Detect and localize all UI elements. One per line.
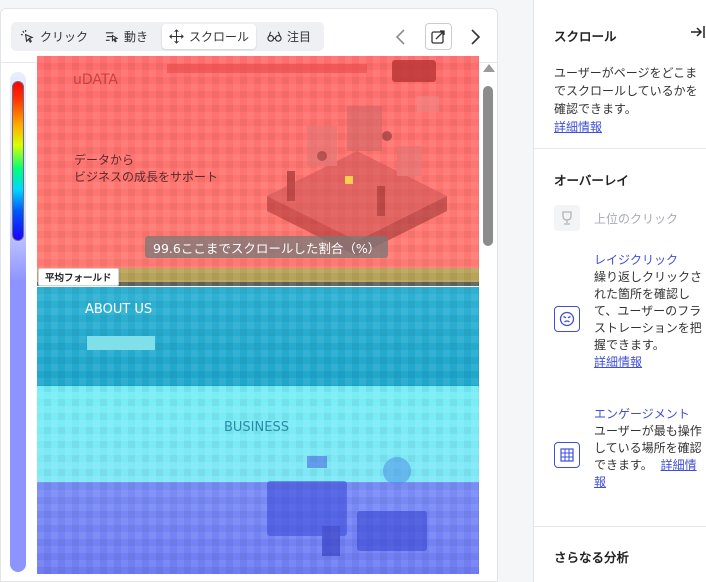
- hero-line-2: ビジネスの成長をサポート: [74, 170, 219, 184]
- mode-move-button[interactable]: 動き: [97, 24, 155, 49]
- average-fold-label: 平均フォールド: [38, 268, 119, 286]
- legend-color-scale: [12, 81, 24, 241]
- overlay-section-title: オーバーレイ: [554, 173, 629, 188]
- sidebar-panel: スクロール ユーザーがページをどこまでスクロールしているかを確認できます。 詳細…: [533, 0, 706, 582]
- overlay-top-clicks-label: 上位のクリック: [594, 212, 679, 226]
- fold-line: [37, 286, 479, 287]
- angry-face-icon: [554, 306, 580, 332]
- mode-attention-button[interactable]: 注目: [260, 24, 318, 49]
- heatmap-scrollbar[interactable]: [481, 60, 495, 574]
- mouse-move-icon: [105, 32, 119, 43]
- overlay-engagement-text: エンゲージメント ユーザーが最も操作している場所を確認できます。 詳細情報: [594, 406, 704, 491]
- scroll-thumb[interactable]: [483, 86, 493, 246]
- mode-click-button[interactable]: クリック: [13, 24, 95, 49]
- chevron-left-icon[interactable]: [390, 26, 412, 48]
- collapse-panel-icon[interactable]: [690, 24, 706, 40]
- about-title: ABOUT US: [85, 302, 153, 317]
- overlay-top-clicks[interactable]: 上位のクリック: [554, 204, 704, 234]
- overlay-engagement[interactable]: エンゲージメント ユーザーが最も操作している場所を確認できます。 詳細情報: [554, 404, 704, 514]
- sidebar-description: ユーザーがページをどこまでスクロールしているかを確認できます。 詳細情報: [554, 64, 704, 136]
- more-analysis-title: さらなる分析: [554, 550, 630, 565]
- export-button[interactable]: [425, 23, 452, 50]
- heatmap-screen: クリック 動き スクロール 注目 uDATA データから ビジネスの成長をサポー…: [0, 0, 706, 582]
- mode-move-label: 動き: [124, 30, 149, 44]
- overlay-rage-clicks-text: レイジクリック 繰り返しクリックされた箇所を確認して、ユーザーのフラストレーショ…: [594, 252, 704, 371]
- about-button: [87, 336, 155, 350]
- scroll-up-arrow-icon[interactable]: [483, 64, 495, 72]
- sidebar-title: スクロール: [554, 29, 617, 44]
- scroll-percentage-label: 99.6ここまでスクロールした割合（%）: [145, 236, 389, 258]
- click-icon: [20, 29, 34, 44]
- divider: [534, 526, 706, 527]
- trophy-icon: [554, 205, 580, 231]
- sidebar-details-link[interactable]: 詳細情報: [554, 120, 602, 134]
- hero-text: データから ビジネスの成長をサポート: [74, 152, 218, 186]
- overlay-engagement-title: エンゲージメント: [594, 407, 690, 421]
- mode-scroll-label: スクロール: [189, 30, 250, 44]
- overlay-rage-clicks-desc: 繰り返しクリックされた箇所を確認して、ユーザーのフラストレーションを把握できます…: [594, 270, 703, 352]
- overlay-rage-clicks-link[interactable]: 詳細情報: [594, 354, 704, 371]
- mode-scroll-button[interactable]: スクロール: [162, 24, 257, 49]
- scroll-icon: [169, 29, 184, 44]
- grid-icon: [554, 442, 580, 468]
- glasses-icon: [267, 31, 282, 42]
- sidebar-description-text: ユーザーがページをどこまでスクロールしているかを確認できます。: [554, 66, 698, 116]
- heatmap-toolbar: クリック 動き スクロール 注目: [1, 9, 497, 63]
- chevron-right-icon[interactable]: [464, 26, 486, 48]
- export-icon: [431, 30, 445, 44]
- overlay-rage-clicks-title: レイジクリック: [594, 253, 679, 267]
- divider: [534, 148, 706, 149]
- mode-selector: クリック 動き スクロール 注目: [11, 22, 324, 51]
- business-title: BUSINESS: [224, 420, 289, 435]
- mode-attention-label: 注目: [287, 30, 312, 44]
- site-logo: uDATA: [73, 72, 118, 88]
- overlay-rage-clicks[interactable]: レイジクリック 繰り返しクリックされた箇所を確認して、ユーザーのフラストレーショ…: [554, 250, 704, 390]
- scroll-heatmap: uDATA データから ビジネスの成長をサポート ABOUT US BUSINE…: [37, 56, 479, 574]
- scroll-legend: [10, 72, 26, 572]
- mode-click-label: クリック: [40, 30, 89, 44]
- hero-line-1: データから: [74, 153, 135, 167]
